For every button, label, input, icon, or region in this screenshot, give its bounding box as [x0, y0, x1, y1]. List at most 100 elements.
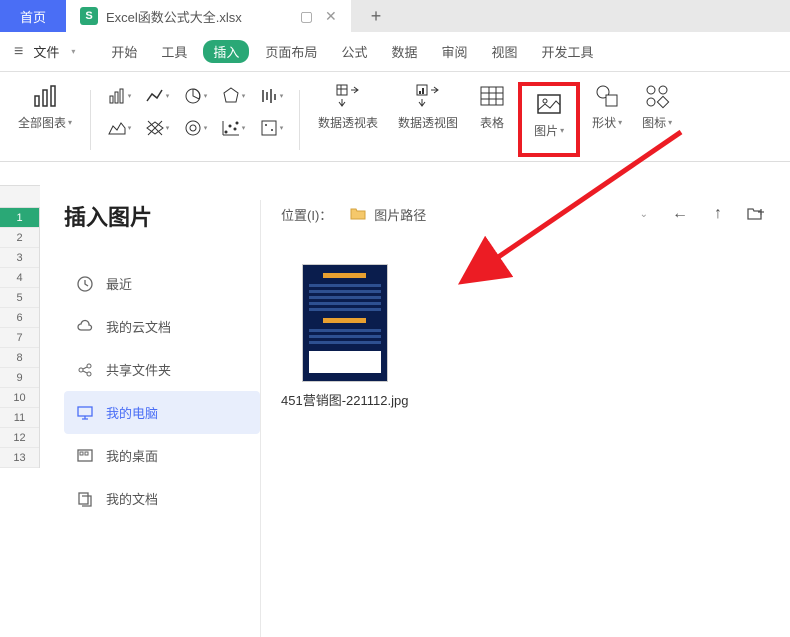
menu-review[interactable]: 审阅: [433, 38, 475, 65]
menu-start[interactable]: 开始: [103, 38, 145, 65]
row-header-9[interactable]: 9: [0, 368, 39, 388]
sidebar-item-recent[interactable]: 最近: [64, 262, 260, 305]
pivot-table-icon: [334, 82, 362, 110]
file-item[interactable]: 451营销图-221112.jpg: [281, 264, 408, 409]
row-header-6[interactable]: 6: [0, 308, 39, 328]
sidebar-item-computer[interactable]: 我的电脑: [64, 391, 260, 434]
desktop-icon: [76, 447, 94, 465]
clock-icon: [76, 275, 94, 293]
menu-view[interactable]: 视图: [483, 38, 525, 65]
dialog-sidebar: 插入图片 最近 我的云文档 共享文件夹 我的电脑: [40, 172, 260, 637]
menu-bar: ≡ 文件 ▾ 开始 工具 插入 页面布局 公式 数据 审阅 视图 开发工具: [0, 32, 790, 72]
file-thumbnail: [302, 264, 388, 382]
row-header-1[interactable]: 1: [0, 208, 39, 228]
select-all-cell[interactable]: [0, 186, 40, 208]
stock-chart-icon[interactable]: ▾: [253, 86, 289, 106]
path-bar: 位置(I)： 图片路径 ⌄ ← ↑: [281, 200, 770, 228]
row-header-4[interactable]: 4: [0, 268, 39, 288]
path-select[interactable]: 图片路径 ⌄: [342, 201, 656, 228]
hamburger-icon[interactable]: ≡: [14, 43, 23, 61]
file-grid: 451营销图-221112.jpg: [281, 264, 770, 409]
row-headers: 1 2 3 4 5 6 7 8 9 10 11 12 13: [0, 208, 40, 468]
row-header-8[interactable]: 8: [0, 348, 39, 368]
formula-bar-spacer: [0, 162, 40, 186]
sidebar-label-recent: 最近: [106, 274, 132, 293]
xy-chart-icon[interactable]: ▾: [139, 118, 175, 138]
dialog-title: 插入图片: [64, 200, 260, 232]
sidebar-item-shared[interactable]: 共享文件夹: [64, 348, 260, 391]
menu-formula[interactable]: 公式: [333, 38, 375, 65]
picture-highlight-box: 图片▾: [518, 82, 580, 157]
picture-label: 图片: [534, 122, 558, 139]
sidebar-label-computer: 我的电脑: [106, 403, 158, 422]
close-tab-icon[interactable]: ✕: [325, 8, 337, 25]
radar-chart-icon[interactable]: ▾: [215, 86, 251, 106]
tab-file-controls: ▢ ✕: [300, 8, 337, 25]
row-header-11[interactable]: 11: [0, 408, 39, 428]
pivot-view-button[interactable]: 数据透视图: [390, 82, 466, 157]
menu-insert[interactable]: 插入: [203, 40, 249, 63]
scatter-chart-icon[interactable]: ▾: [215, 118, 251, 138]
all-charts-button[interactable]: 全部图表▾: [10, 82, 80, 157]
monitor-icon: [76, 404, 94, 422]
shape-label: 形状: [592, 114, 616, 131]
file-name: 451营销图-221112.jpg: [281, 390, 408, 409]
ribbon-toolbar: 全部图表▾ ▾ ▾ ▾ ▾ ▾ ▾ ▾ ▾ ▾ ▾ 数据透视表 数据透视图 表格: [0, 72, 790, 162]
combo-chart-icon[interactable]: ▾: [253, 118, 289, 138]
tab-file-title: Excel函数公式大全.xlsx: [106, 7, 242, 26]
icons-label: 图标: [642, 114, 666, 131]
menu-tools[interactable]: 工具: [153, 38, 195, 65]
row-header-12[interactable]: 12: [0, 428, 39, 448]
shape-button[interactable]: 形状▾: [584, 82, 630, 157]
cloud-icon: [76, 318, 94, 336]
sidebar-label-desktop: 我的桌面: [106, 446, 158, 465]
separator: [90, 90, 91, 150]
sidebar-item-desktop[interactable]: 我的桌面: [64, 434, 260, 477]
folder-icon: [350, 207, 366, 221]
row-header-7[interactable]: 7: [0, 328, 39, 348]
sidebar-label-cloud: 我的云文档: [106, 317, 171, 336]
pie-chart-icon[interactable]: ▾: [177, 86, 213, 106]
sidebar-item-documents[interactable]: 我的文档: [64, 477, 260, 520]
separator: [299, 90, 300, 150]
new-folder-button[interactable]: [742, 200, 770, 228]
pivot-view-label: 数据透视图: [398, 114, 458, 131]
table-icon: [478, 82, 506, 110]
donut-chart-icon[interactable]: ▾: [177, 118, 213, 138]
add-tab-button[interactable]: +: [371, 6, 382, 27]
menu-page-layout[interactable]: 页面布局: [257, 38, 325, 65]
icons-icon: [643, 82, 671, 110]
table-label: 表格: [480, 114, 504, 131]
icons-button[interactable]: 图标▾: [634, 82, 680, 157]
menu-data[interactable]: 数据: [383, 38, 425, 65]
row-header-13[interactable]: 13: [0, 448, 39, 468]
area-chart-icon[interactable]: ▾: [101, 118, 137, 138]
row-header-2[interactable]: 2: [0, 228, 39, 248]
file-menu[interactable]: 文件: [33, 42, 59, 61]
spreadsheet-icon: S: [80, 7, 98, 25]
picture-button[interactable]: 图片▾: [526, 90, 572, 139]
row-header-5[interactable]: 5: [0, 288, 39, 308]
share-icon: [76, 361, 94, 379]
sidebar-item-cloud[interactable]: 我的云文档: [64, 305, 260, 348]
row-header-10[interactable]: 10: [0, 388, 39, 408]
line-chart-icon[interactable]: ▾: [139, 86, 175, 106]
column-chart-icon[interactable]: ▾: [101, 86, 137, 106]
content-area: 1 2 3 4 5 6 7 8 9 10 11 12 13 插入图片 最近: [0, 162, 790, 637]
file-menu-caret[interactable]: ▾: [71, 47, 75, 56]
bar-chart-icon: [31, 82, 59, 110]
path-label: 位置(I)：: [281, 205, 332, 224]
tab-home[interactable]: 首页: [0, 0, 66, 32]
table-button[interactable]: 表格: [470, 82, 514, 157]
chart-type-grid: ▾ ▾ ▾ ▾ ▾ ▾ ▾ ▾ ▾ ▾: [101, 82, 289, 153]
up-button[interactable]: ↑: [704, 200, 732, 228]
row-header-3[interactable]: 3: [0, 248, 39, 268]
pivot-table-button[interactable]: 数据透视表: [310, 82, 386, 157]
tab-file[interactable]: S Excel函数公式大全.xlsx ▢ ✕: [66, 0, 351, 32]
all-charts-label: 全部图表: [18, 114, 66, 131]
menu-dev-tools[interactable]: 开发工具: [534, 38, 602, 65]
path-caret-icon: ⌄: [640, 209, 648, 220]
dialog-main: 位置(I)： 图片路径 ⌄ ← ↑: [261, 172, 790, 637]
window-icon[interactable]: ▢: [300, 8, 313, 25]
back-button[interactable]: ←: [666, 200, 694, 228]
